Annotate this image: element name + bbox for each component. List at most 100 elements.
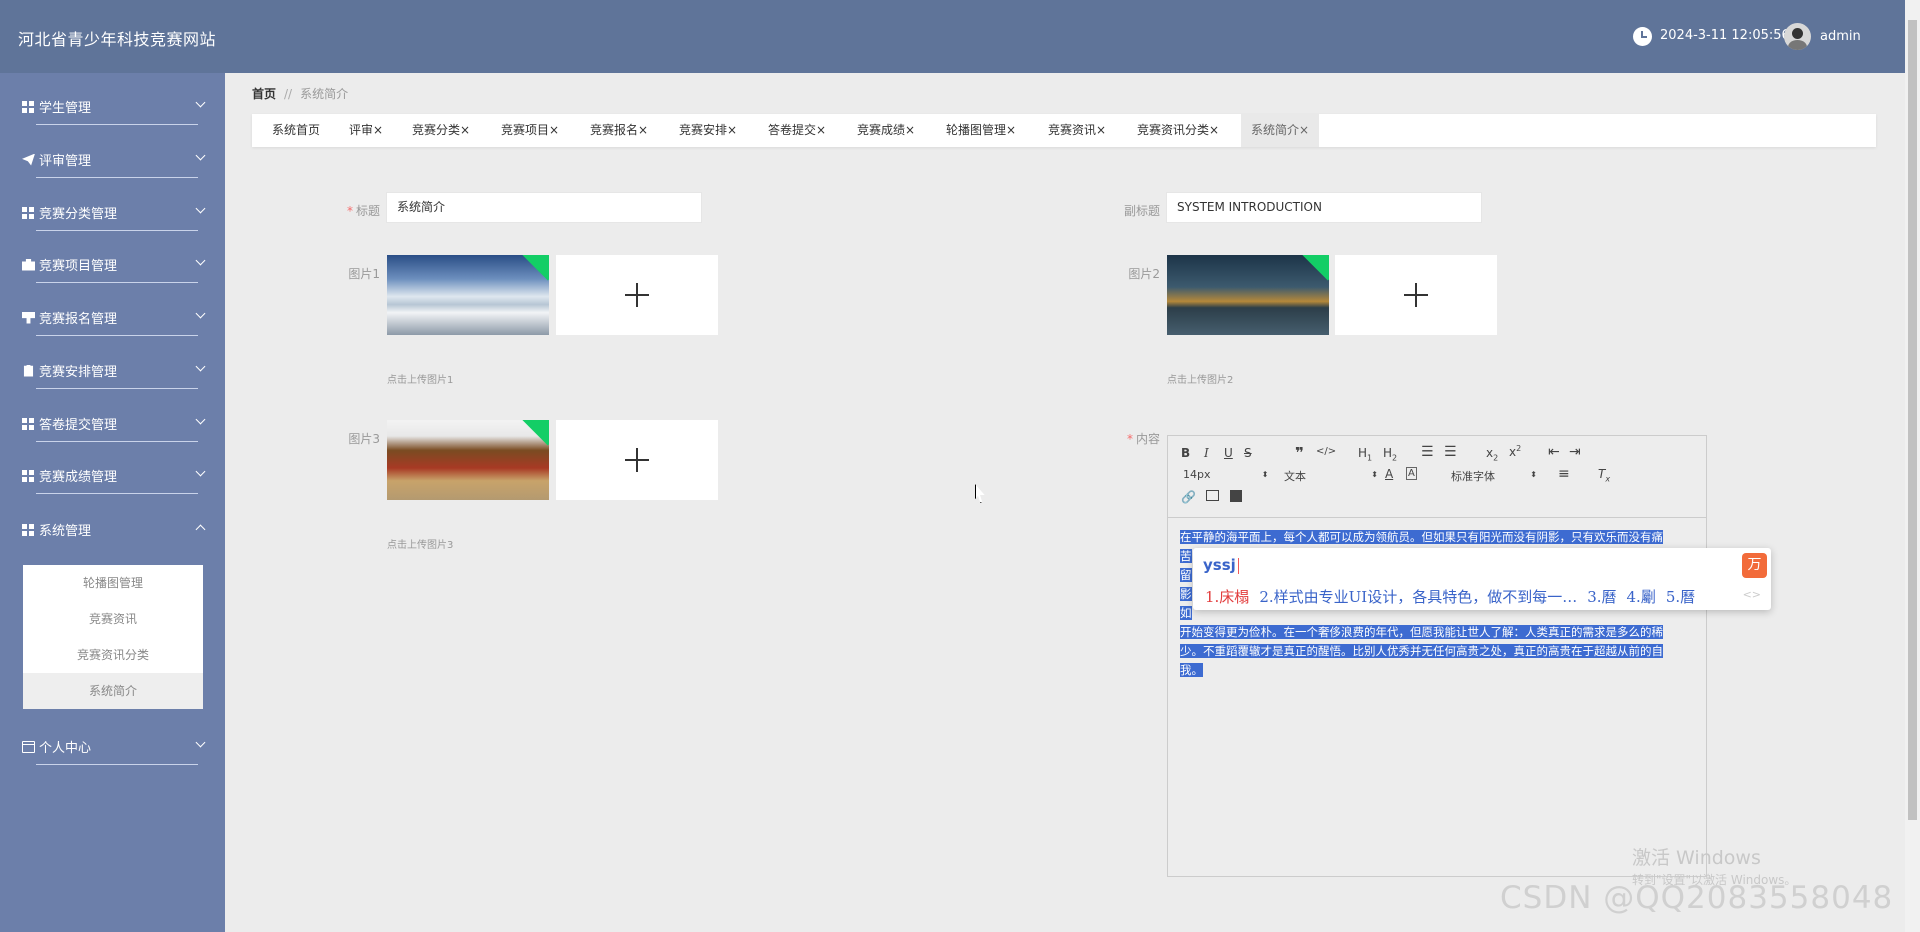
close-icon[interactable]: × (1096, 123, 1106, 137)
tab-submission[interactable]: 答卷提交× (758, 114, 836, 147)
close-icon[interactable]: × (638, 123, 648, 137)
strikethrough-icon[interactable]: S (1244, 446, 1252, 460)
italic-icon[interactable]: I (1204, 446, 1209, 460)
ime-candidate-popup: yssj 万 1.床榻 2.样式由专业UI设计，各具特色，做不到每一… 3.曆 4.劚… (1193, 548, 1771, 610)
subtitle-label: 副标题 (1123, 204, 1160, 218)
pic2-hint: 点击上传图片2 (1167, 375, 1234, 386)
pic1-upload-button[interactable] (556, 255, 718, 335)
background-color-icon[interactable]: A (1406, 467, 1417, 480)
align-icon[interactable]: ≡ (1558, 466, 1570, 482)
tab-score[interactable]: 竞赛成绩× (847, 114, 925, 147)
submenu-item-carousel[interactable]: 轮播图管理 (23, 565, 203, 601)
grid-icon (22, 100, 35, 113)
avatar[interactable] (1784, 23, 1811, 50)
ime-candidate[interactable]: 4.劚 (1627, 588, 1656, 606)
superscript-icon[interactable]: x2 (1509, 444, 1521, 459)
link-icon[interactable]: 🔗 (1181, 490, 1196, 504)
tab-schedule[interactable]: 竞赛安排× (669, 114, 747, 147)
ime-candidate[interactable]: 3.曆 (1587, 588, 1616, 606)
text-type-select[interactable]: 文本 ⬍ (1284, 468, 1378, 484)
close-icon[interactable]: × (1006, 123, 1016, 137)
blockquote-icon[interactable]: ❞ (1295, 444, 1304, 462)
bold-icon[interactable]: B (1181, 446, 1190, 460)
tab-carousel[interactable]: 轮播图管理× (936, 114, 1026, 147)
sidebar-item-registration[interactable]: 竞赛报名管理 (22, 284, 208, 336)
pic3-thumbnail[interactable] (387, 420, 549, 500)
sidebar-item-system[interactable]: 系统管理 (22, 496, 208, 548)
tab-news-category[interactable]: 竞赛资讯分类× (1127, 114, 1229, 147)
tab-project[interactable]: 竞赛项目× (491, 114, 569, 147)
scrollbar-thumb[interactable] (1908, 20, 1917, 820)
sidebar-item-score[interactable]: 竞赛成绩管理 (22, 442, 208, 494)
tab-news[interactable]: 竞赛资讯× (1038, 114, 1116, 147)
page-scrollbar[interactable] (1905, 0, 1920, 932)
clipboard-icon (23, 364, 34, 377)
heading2-icon[interactable]: H2 (1383, 446, 1397, 462)
csdn-watermark: CSDN @QQ2083558048 (1500, 880, 1894, 916)
close-icon[interactable]: × (816, 123, 826, 137)
editor-toolbar: B I U S ❞ </> H1 H2 ☰ ☰ x2 x2 ⇤ ⇥ 14px ⬍ … (1168, 436, 1706, 518)
sidebar-item-category[interactable]: 竞赛分类管理 (22, 179, 208, 231)
heading1-icon[interactable]: H1 (1358, 446, 1372, 462)
tab-home[interactable]: 系统首页 (262, 114, 330, 147)
username[interactable]: admin (1820, 29, 1861, 44)
outdent-icon[interactable]: ⇤ (1548, 444, 1560, 460)
font-family-select[interactable]: 标准字体 ⬍ (1451, 468, 1537, 484)
sidebar-item-student[interactable]: 学生管理 (22, 73, 208, 125)
submenu-item-system-intro[interactable]: 系统简介 (23, 673, 203, 709)
subscript-icon[interactable]: x2 (1486, 446, 1498, 462)
ordered-list-icon[interactable]: ☰ (1421, 444, 1434, 460)
close-icon[interactable]: × (727, 123, 737, 137)
sidebar-item-project[interactable]: 竞赛项目管理 (22, 231, 208, 283)
sidebar-item-profile[interactable]: 个人中心 (22, 713, 208, 765)
bullet-list-icon[interactable]: ☰ (1444, 444, 1457, 460)
ime-logo-icon[interactable]: 万 (1742, 553, 1767, 578)
font-color-icon[interactable]: A (1385, 467, 1393, 481)
chevron-up-icon (195, 524, 206, 535)
ime-candidate[interactable]: 2.样式由专业UI设计，各具特色，做不到每一… (1259, 588, 1577, 606)
chevron-down-icon (195, 737, 206, 748)
tab-registration[interactable]: 竞赛报名× (580, 114, 658, 147)
submenu-item-news-category[interactable]: 竞赛资讯分类 (23, 637, 203, 673)
breadcrumb-home[interactable]: 首页 (252, 87, 276, 101)
title-input[interactable]: 系统简介 (386, 192, 702, 223)
tab-category[interactable]: 竞赛分类× (402, 114, 480, 147)
pic3-upload-button[interactable] (556, 420, 718, 500)
pic2-upload-button[interactable] (1335, 255, 1497, 335)
close-icon[interactable]: × (1209, 123, 1219, 137)
chevron-down-icon (195, 97, 206, 108)
chevron-down-icon (195, 414, 206, 425)
subtitle-input[interactable]: SYSTEM INTRODUCTION (1166, 192, 1482, 223)
site-title: 河北省青少年科技竞赛网站 (18, 30, 217, 49)
select-arrows-icon: ⬍ (1261, 470, 1269, 479)
close-icon[interactable]: × (373, 123, 383, 137)
current-datetime: 2024-3-11 12:05:56 (1660, 28, 1790, 43)
tab-bar: 系统首页 评审× 竞赛分类× 竞赛项目× 竞赛报名× 竞赛安排× 答卷提交× 竞… (252, 114, 1876, 147)
image-icon[interactable] (1206, 490, 1219, 501)
video-icon[interactable] (1230, 490, 1242, 502)
breadcrumb-current: 系统简介 (300, 87, 349, 101)
ime-candidate[interactable]: 1.床榻 (1205, 588, 1249, 606)
code-icon[interactable]: </> (1316, 446, 1336, 457)
sidebar-item-schedule[interactable]: 竞赛安排管理 (22, 337, 208, 389)
close-icon[interactable]: × (549, 123, 559, 137)
ime-candidate[interactable]: 5.曆 (1666, 588, 1695, 606)
tab-system-intro[interactable]: 系统简介× (1241, 114, 1320, 147)
pic2-thumbnail[interactable] (1167, 255, 1329, 335)
indent-icon[interactable]: ⇥ (1569, 444, 1581, 460)
close-icon[interactable]: × (1299, 123, 1309, 137)
tab-review[interactable]: 评审× (339, 114, 393, 147)
clear-format-icon[interactable]: Tx (1598, 467, 1610, 483)
close-icon[interactable]: × (460, 123, 470, 137)
font-size-select[interactable]: 14px ⬍ (1183, 468, 1269, 481)
close-icon[interactable]: × (905, 123, 915, 137)
ime-page-arrows-icon[interactable]: <> (1743, 588, 1761, 601)
pic1-thumbnail[interactable] (387, 255, 549, 335)
grid-icon (22, 417, 35, 430)
underline-icon[interactable]: U (1224, 446, 1233, 460)
sidebar-item-review[interactable]: 评审管理 (22, 126, 208, 178)
sidebar: 学生管理 评审管理 竞赛分类管理 竞赛项目管理 竞赛报名管理 竞赛安排管理 答卷… (0, 73, 225, 932)
sidebar-item-submission[interactable]: 答卷提交管理 (22, 390, 208, 442)
submenu-item-news[interactable]: 竞赛资讯 (23, 601, 203, 637)
breadcrumb-separator: // (284, 87, 293, 101)
